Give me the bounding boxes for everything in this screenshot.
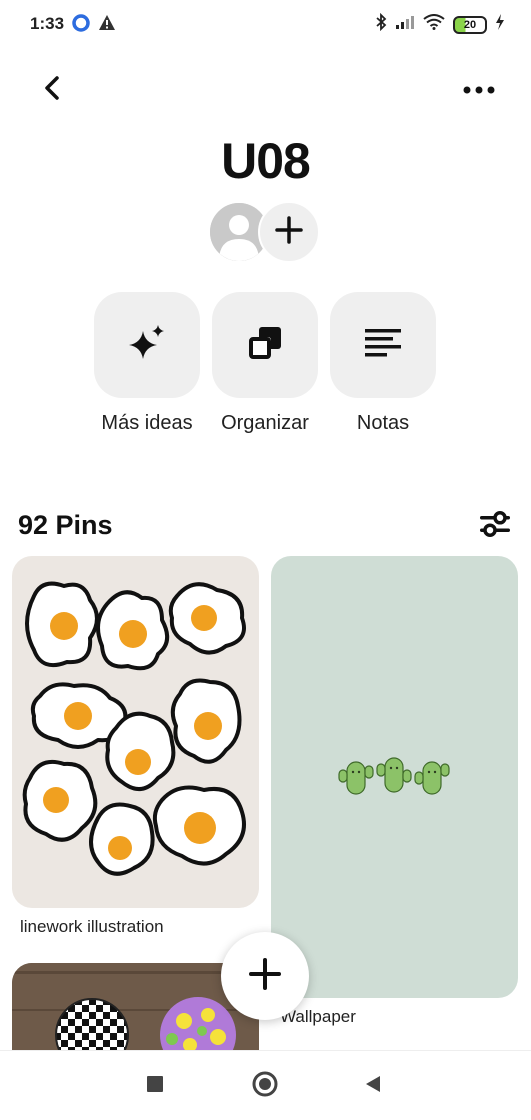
more-ideas-label: Más ideas <box>101 412 193 434</box>
add-pin-button[interactable] <box>221 932 309 1020</box>
circle-icon <box>251 1070 279 1103</box>
chevron-left-icon <box>42 75 62 106</box>
status-time: 1:33 <box>30 14 65 33</box>
top-bar <box>0 60 531 116</box>
battery-icon: 20 <box>453 15 487 34</box>
back-nav-button[interactable] <box>356 1071 390 1101</box>
recents-button[interactable] <box>138 1071 172 1101</box>
back-button[interactable] <box>30 70 74 110</box>
pin-image-cactus-wallpaper <box>338 757 450 795</box>
notes-label: Notas <box>356 412 410 434</box>
notes-button[interactable]: Notas <box>330 292 436 435</box>
organize-label: Organizar <box>221 412 309 434</box>
pins-count: 92 Pins <box>18 510 113 540</box>
sparkle-icon <box>127 323 167 368</box>
app-notification-icon <box>72 14 90 37</box>
square-icon <box>146 1075 164 1098</box>
filter-sliders-icon <box>479 510 511 543</box>
notes-icon <box>364 327 402 364</box>
warning-icon <box>98 14 116 37</box>
filter-button[interactable] <box>477 510 513 542</box>
add-collaborator-button[interactable] <box>258 201 320 263</box>
signal-icon <box>395 14 415 35</box>
pin-card-linework-illustration[interactable] <box>12 556 259 908</box>
more-options-button[interactable] <box>457 70 501 110</box>
organize-button[interactable]: Organizar <box>212 292 318 435</box>
triangle-back-icon <box>363 1074 383 1099</box>
organize-icon <box>247 325 283 366</box>
pin-title[interactable]: linework illustration <box>20 917 164 937</box>
pins-header: 92 Pins <box>18 510 513 544</box>
plus-icon <box>248 957 282 996</box>
more-ideas-button[interactable]: Más ideas <box>94 292 200 435</box>
wifi-icon <box>423 14 445 35</box>
more-horizontal-icon <box>463 81 495 99</box>
home-button[interactable] <box>248 1071 282 1101</box>
charging-icon <box>495 14 505 35</box>
board-title: U08 <box>221 133 311 189</box>
status-bar: 1:33 20 <box>0 0 531 50</box>
board-actions: Más ideas Organizar Notas <box>94 292 436 435</box>
pin-card-wallpaper[interactable] <box>271 556 518 998</box>
collaborators <box>208 201 322 265</box>
plus-icon <box>274 215 304 250</box>
system-navigation-bar <box>0 1050 531 1120</box>
bluetooth-icon <box>375 12 387 36</box>
pin-image-eggs <box>22 581 246 876</box>
